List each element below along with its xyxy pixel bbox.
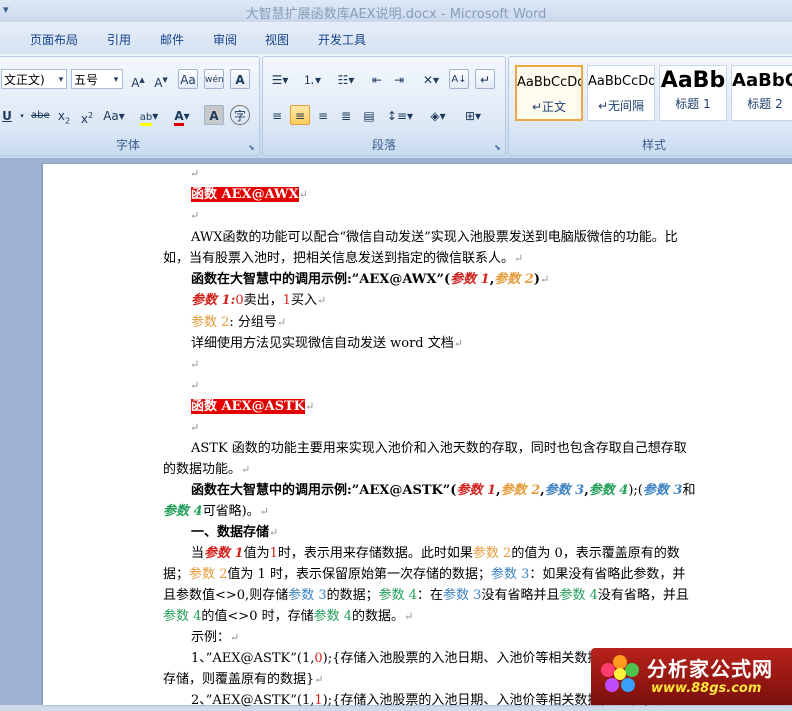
style-sample: AaBbC [732, 70, 792, 91]
char-border-icon[interactable]: A [230, 69, 250, 89]
sort-icon[interactable]: A↓ [449, 69, 469, 89]
borders-icon[interactable]: ⊞▾ [458, 105, 488, 125]
font-group: 文正文) ▾ 五号 ▾ A▲ A▼ Aa wén A U ▾ abe x2 x2… [0, 56, 260, 156]
awx-call-example: 函数在大智慧中的调用示例:”AEX@AWX”(参数 1,参数 2)↵ [191, 272, 550, 287]
style-sample: AaBbCcDd [517, 75, 581, 90]
tab-references[interactable]: 引用 [107, 31, 131, 48]
enclose-char-icon[interactable]: 字 [230, 105, 250, 125]
awx-description-line-2: 如，当有股票入池时，把相关信息发送到指定的微信联系人。↵ [163, 251, 524, 266]
grow-font-icon[interactable]: A▲ [128, 69, 148, 90]
paragraph-group-label: 段落 [371, 138, 396, 152]
storage-desc-line-3: 且参数值<>0,则存储参数 3的数据；参数 4：在参数 3没有省略并且参数 4没… [163, 588, 689, 603]
astk-call-example-line-2: 参数 4可省略)。↵ [163, 504, 269, 519]
example-1-line-2: 存储，则覆盖原有的数据}↵ [163, 672, 324, 687]
style-name: ↵无间隔 [597, 99, 645, 113]
style-no-spacing[interactable]: AaBbCcDd ↵无间隔 [587, 65, 655, 121]
document-workspace: ↵ 函数 AEX@AWX↵ ↵ AWX函数的功能可以配合“微信自动发送”实现入池… [0, 159, 792, 708]
char-shading-icon[interactable]: A [204, 105, 224, 125]
change-case-icon[interactable]: Aa▾ [101, 105, 127, 125]
param-2-tag: 参数 2 [494, 272, 534, 287]
watermark-url: www.88gs.com [651, 681, 762, 696]
styles-group: AaBbCcDd ↵正文 AaBbCcDd ↵无间隔 AaBb 标题 1 AaB… [508, 56, 792, 156]
empty-paragraph: ↵ [190, 358, 200, 371]
awx-detail-note: 详细使用方法见实现微信自动发送 word 文档↵ [191, 336, 463, 351]
tab-review[interactable]: 审阅 [213, 31, 237, 48]
superscript-icon[interactable]: x2 [77, 105, 97, 126]
font-group-label: 字体 [115, 138, 140, 152]
window-title: 大智慧扩展函数库AEX说明.docx - Microsoft Word [245, 7, 547, 22]
underline-dropdown-icon[interactable]: ▾ [15, 105, 29, 125]
subscript-icon[interactable]: x2 [54, 105, 74, 125]
astk-description-line-1: ASTK 函数的功能主要用来实现入池价和入池天数的存取，同时也包含存取自己想存取 [191, 441, 687, 456]
tab-mailings[interactable]: 邮件 [160, 31, 184, 48]
decrease-indent-icon[interactable]: ⇤ [367, 69, 387, 89]
highlight-color-icon[interactable]: ab▾ [134, 105, 164, 126]
phonetic-guide-icon[interactable]: wén [204, 69, 224, 89]
style-heading-2[interactable]: AaBbC 标题 2 [731, 65, 792, 121]
align-center-icon[interactable]: ≡ [290, 105, 310, 125]
style-sample: AaBbCcDd [588, 74, 654, 89]
empty-paragraph: ↵ [190, 167, 200, 180]
paragraph-dialog-launcher-icon[interactable]: ⬊ [493, 143, 502, 152]
heading-text: 函数 AEX@AWX [191, 187, 299, 202]
example-label: 示例：↵ [191, 630, 240, 645]
param-1-tag: 参数 1 [450, 272, 490, 287]
ribbon-tabs: 页面布局 引用 邮件 审阅 视图 开发工具 [0, 22, 792, 56]
heading-astk: 函数 AEX@ASTK↵ [191, 399, 315, 414]
font-color-icon[interactable]: A▾ [167, 105, 197, 126]
site-watermark: 分析家公式网 www.88gs.com [591, 648, 792, 705]
font-size-dropdown-icon[interactable]: ▾ [109, 69, 123, 89]
storage-desc-line-4: 参数 4的值<>0 时，存储参数 4的数据。↵ [163, 609, 414, 624]
style-sample: AaBb [660, 68, 726, 93]
awx-param-1-desc: 参数 1:0卖出，1买入↵ [191, 293, 327, 308]
show-marks-icon[interactable]: ↵ [475, 69, 495, 89]
awx-param-2-desc: 参数 2: 分组号↵ [191, 315, 287, 330]
tab-view[interactable]: 视图 [265, 31, 289, 48]
style-heading-1[interactable]: AaBb 标题 1 [659, 65, 727, 121]
font-name-dropdown-icon[interactable]: ▾ [54, 69, 68, 89]
line-spacing-icon[interactable]: ↕≡▾ [385, 105, 415, 125]
ribbon: 文正文) ▾ 五号 ▾ A▲ A▼ Aa wén A U ▾ abe x2 x2… [0, 54, 792, 159]
multilevel-list-icon[interactable]: ☷▾ [331, 69, 361, 89]
align-left-icon[interactable]: ≡ [267, 105, 287, 125]
style-name: 标题 2 [747, 97, 783, 111]
empty-paragraph: ↵ [190, 209, 200, 222]
heading-text: 函数 AEX@ASTK [191, 399, 306, 414]
numbering-icon[interactable]: ⒈▾ [299, 69, 325, 89]
astk-description-line-2: 的数据功能。↵ [163, 462, 251, 477]
style-normal[interactable]: AaBbCcDd ↵正文 [515, 65, 583, 121]
empty-paragraph: ↵ [190, 379, 200, 392]
astk-call-example-line-1: 函数在大智慧中的调用示例:”AEX@ASTK”(参数 1,参数 2,参数 3,参… [191, 483, 696, 498]
align-right-icon[interactable]: ≡ [313, 105, 333, 125]
flower-logo-icon [601, 655, 639, 692]
increase-indent-icon[interactable]: ⇥ [389, 69, 409, 89]
watermark-title: 分析家公式网 [647, 657, 773, 681]
empty-paragraph: ↵ [190, 421, 200, 434]
bullets-icon[interactable]: ☰▾ [267, 69, 293, 89]
tab-developer[interactable]: 开发工具 [318, 31, 366, 48]
paragraph-group: ☰▾ ⒈▾ ☷▾ ⇤ ⇥ ✕▾ A↓ ↵ ≡ ≡ ≡ ≣ ▤ ↕≡▾ ◈▾ ⊞▾… [262, 56, 506, 156]
storage-desc-line-2: 据；参数 2值为 1 时，表示保留原始第一次存储的数据；参数 3：如果没有省略此… [163, 567, 686, 582]
font-dialog-launcher-icon[interactable]: ⬊ [247, 143, 256, 152]
distributed-text-icon[interactable]: ✕▾ [417, 69, 445, 89]
heading-awx: 函数 AEX@AWX↵ [191, 187, 308, 202]
shading-icon[interactable]: ◈▾ [423, 105, 453, 125]
awx-description-line-1: AWX函数的功能可以配合“微信自动发送”实现入池股票发送到电脑版微信的功能。比 [191, 230, 678, 245]
clear-format-icon[interactable]: Aa [178, 69, 198, 89]
section-data-storage: 一、数据存储↵ [191, 525, 279, 540]
title-bar: ▾ 大智慧扩展函数库AEX说明.docx - Microsoft Word [0, 0, 792, 23]
strikethrough-icon[interactable]: abe [30, 105, 50, 125]
styles-group-label: 样式 [641, 138, 666, 152]
tab-page-layout[interactable]: 页面布局 [30, 31, 78, 48]
justify-icon[interactable]: ≣ [336, 105, 356, 125]
storage-desc-line-1: 当参数 1值为1时，表示用来存储数据。此时如果参数 2的值为 0，表示覆盖原有的… [191, 546, 680, 561]
style-name: 标题 1 [675, 97, 711, 111]
document-page[interactable]: ↵ 函数 AEX@AWX↵ ↵ AWX函数的功能可以配合“微信自动发送”实现入池… [43, 164, 792, 708]
shrink-font-icon[interactable]: A▼ [151, 69, 171, 90]
style-name: ↵正文 [531, 100, 567, 114]
distribute-icon[interactable]: ▤ [359, 105, 379, 125]
